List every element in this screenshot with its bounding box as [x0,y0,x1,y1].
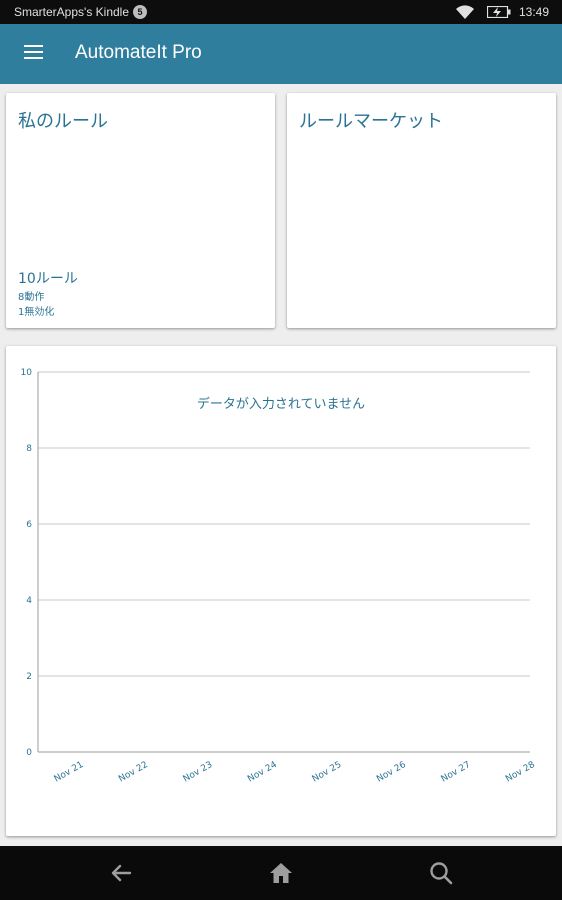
device-name: SmarterApps's Kindle [14,5,130,19]
rule-market-title: ルールマーケット [299,111,443,132]
my-rules-title: 私のルール [18,111,108,132]
status-bar: SmarterApps's Kindle 5 13:49 [0,0,562,24]
x-tick-label: Nov 24 [246,760,279,785]
clock: 13:49 [519,5,550,19]
notification-count-badge: 5 [133,5,147,19]
home-icon[interactable] [268,860,294,886]
y-tick-label: 10 [21,368,33,378]
y-tick-label: 2 [26,672,32,682]
app-title: AutomateIt Pro [75,42,202,63]
x-tick-label: Nov 26 [375,760,408,785]
my-rules-card[interactable]: 私のルール 10ルール 8動作 1無効化 [6,93,275,328]
active-rule-count: 8動作 [18,292,45,303]
no-data-message: データが入力されていません [197,396,365,412]
hamburger-menu-icon[interactable] [24,45,43,61]
x-tick-label: Nov 28 [504,760,537,785]
rule-market-card[interactable]: ルールマーケット [287,93,556,328]
activity-chart: 0 2 4 6 8 10 Nov 21 Nov 22 Nov 23 Nov 24 Nov 25 Nov… [21,368,537,785]
wifi-icon [455,4,475,23]
x-tick-label: Nov 22 [117,760,150,785]
search-icon[interactable] [428,860,454,886]
back-arrow-icon[interactable] [108,860,134,886]
y-tick-label: 4 [26,596,32,606]
x-tick-label: Nov 21 [53,760,86,785]
x-tick-label: Nov 27 [440,760,473,785]
rule-count: 10ルール [18,271,78,287]
activity-chart-card: 0 2 4 6 8 10 Nov 21 Nov 22 Nov 23 Nov 24 Nov 25 Nov… [6,346,556,836]
battery-charging-icon [486,5,511,21]
y-tick-label: 6 [26,520,32,530]
y-tick-label: 8 [26,444,32,454]
navigation-bar [0,846,562,900]
app-bar: AutomateIt Pro [0,24,562,84]
disabled-rule-count: 1無効化 [18,307,55,318]
x-tick-label: Nov 23 [182,760,215,785]
x-tick-label: Nov 25 [311,760,344,785]
y-tick-label: 0 [26,748,32,758]
